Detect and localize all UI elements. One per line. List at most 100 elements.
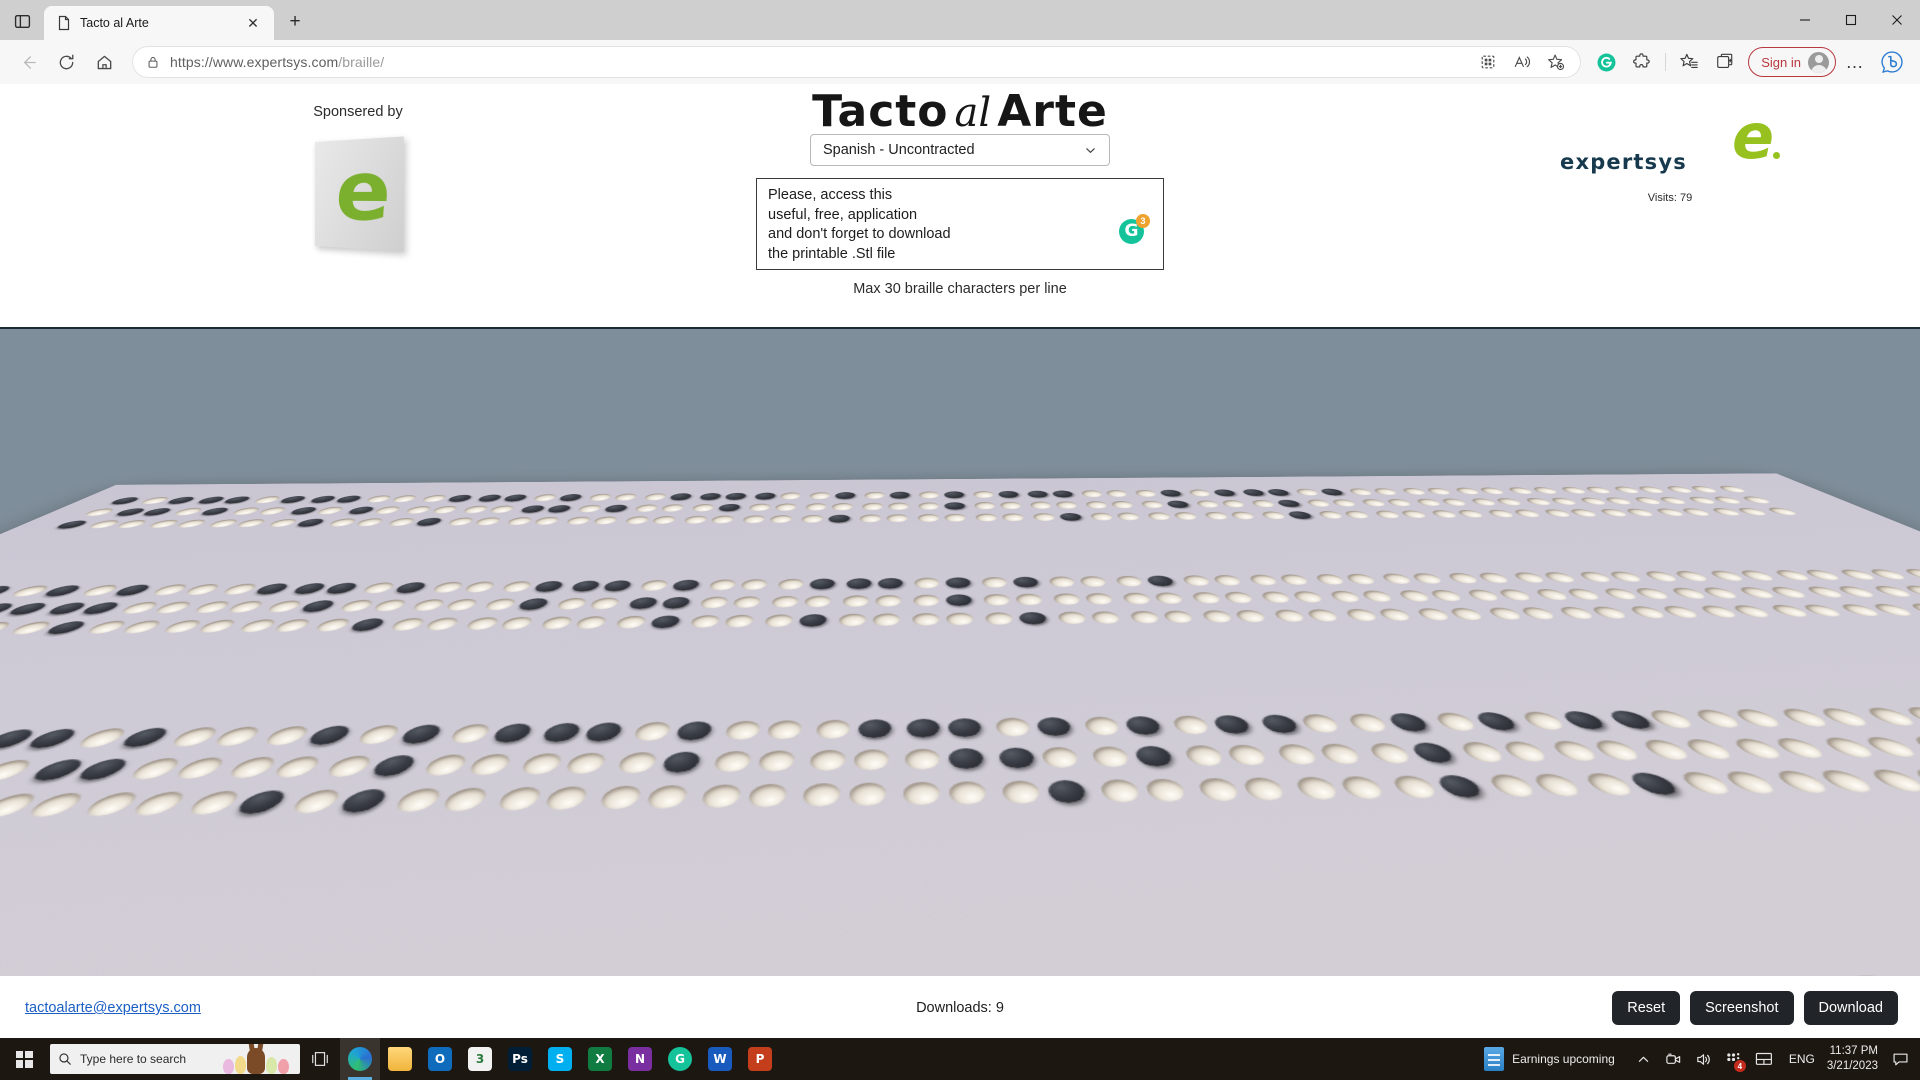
braille-dot-empty [538,616,576,630]
braille-dot-empty [837,613,867,627]
browser-tab[interactable]: Tacto al Arte ✕ [44,6,274,40]
sign-in-button[interactable]: Sign in [1748,47,1836,77]
braille-dot-empty [808,749,847,771]
taskbar-app-photoshop[interactable]: Ps [500,1038,540,1080]
address-bar[interactable]: https://www.expertsys.com/braille/ [132,46,1582,78]
brand-dot-icon [1773,152,1780,159]
braille-dot-empty [1182,745,1226,767]
camera-icon[interactable] [1659,1038,1689,1080]
show-hidden-icons-chevron[interactable] [1629,1038,1659,1080]
taskbar-app-edge[interactable] [340,1038,380,1080]
braille-dot-empty [1196,778,1242,802]
windows-taskbar: Type here to search O 3 Ps S X N G W P Earnings … [0,1038,1920,1080]
taskbar-search-box[interactable]: Type here to search [50,1044,300,1074]
braille-dot-empty [1345,713,1391,733]
page-favicon-icon [56,15,72,31]
braille-dot-empty [1052,593,1082,605]
braille-dot-empty [974,501,996,510]
braille-dot-empty [1187,489,1213,497]
braille-dot-empty [1181,575,1212,586]
volume-icon[interactable] [1689,1038,1719,1080]
taskbar-app-notion-n[interactable]: N [620,1038,660,1080]
grammarly-extension-icon[interactable] [1589,46,1623,78]
file-explorer-icon [388,1047,412,1071]
braille-dot-empty [591,516,620,525]
taskbar-app-excel[interactable]: X [580,1038,620,1080]
action-center-icon[interactable] [1886,1038,1914,1080]
braille-dot-empty [863,491,886,499]
braille-dot-empty [1715,485,1750,493]
reset-button[interactable]: Reset [1612,991,1681,1025]
tray-notification[interactable]: Earnings upcoming [1484,1047,1615,1071]
taskbar-app-skype[interactable]: S [540,1038,580,1080]
braille-cell [944,491,1004,529]
bing-copilot-icon[interactable] [1874,46,1910,78]
extensions-puzzle-icon[interactable] [1625,46,1659,78]
taskbar-app-powerpoint[interactable]: P [740,1038,780,1080]
braille-dot-empty [723,720,763,740]
braille-dot-empty [481,598,519,611]
tab-actions-icon[interactable] [0,5,44,37]
braille-dot-empty [1313,574,1348,585]
task-view-button[interactable] [300,1038,340,1080]
new-tab-button[interactable]: + [278,7,312,37]
clock[interactable]: 11:37 PM 3/21/2023 [1825,1044,1886,1074]
favorites-icon[interactable] [1672,46,1706,78]
taskbar-app-3d-app[interactable]: 3 [460,1038,500,1080]
screenshot-button[interactable]: Screenshot [1690,991,1794,1025]
collections-icon[interactable] [1473,48,1503,76]
braille-dot-empty [1366,742,1415,764]
maximize-button[interactable] [1828,3,1874,37]
back-icon[interactable] [10,46,46,78]
braille-dot-raised [1133,745,1175,767]
read-aloud-icon[interactable] [1507,48,1537,76]
braille-dot-empty [874,594,902,607]
download-button[interactable]: Download [1803,991,1898,1025]
braille-display-icon[interactable]: 4 [1719,1038,1749,1080]
reload-icon[interactable] [48,46,84,78]
taskbar-app-word[interactable]: W [700,1038,740,1080]
braille-dot-raised [1046,779,1088,804]
language-select[interactable]: Spanish - Uncontracted [810,134,1110,166]
taskbar-app-grammarly[interactable]: G [660,1038,700,1080]
egg-icon [266,1057,277,1074]
browser-settings-more-icon[interactable]: … [1838,46,1872,78]
braille-dot-empty [801,783,842,807]
braille-text-input[interactable]: Please, access this useful, free, applic… [756,178,1164,270]
taskbar-app-outlook[interactable]: O [420,1038,460,1080]
braille-dot-empty [946,612,974,626]
braille-cell [945,577,1023,637]
add-favorite-icon[interactable] [1541,48,1571,76]
braille-dot-empty [517,753,566,775]
minimize-button[interactable] [1782,3,1828,37]
omnibox-actions [1473,48,1571,76]
split-screen-icon[interactable] [1708,46,1742,78]
brand-e-mark: e [1731,100,1774,173]
window-snap-icon[interactable] [1749,1038,1779,1080]
tab-close-icon[interactable]: ✕ [242,12,264,34]
braille-dot-empty [872,613,901,627]
start-button[interactable] [0,1038,48,1080]
taskbar-app-file-explorer[interactable] [380,1038,420,1080]
braille-3d-viewer[interactable] [0,327,1920,1067]
grammarly-letter: G [1124,221,1139,241]
braille-dot-empty [554,597,590,610]
braille-dot-empty [739,579,769,591]
page-content: Tacto al Arte Sponsered by e Spanish - Unc… [0,84,1920,1067]
braille-dot-empty [756,750,797,772]
close-window-button[interactable] [1874,3,1920,37]
title-word-script: al [954,90,992,136]
braille-dot-empty [848,782,888,806]
braille-dot-empty [564,516,593,525]
chevron-down-icon [1083,143,1097,157]
braille-dot-empty [917,514,940,522]
tray-notification-text: Earnings upcoming [1512,1052,1615,1066]
braille-dot-empty [1347,488,1375,496]
braille-dot-empty [1032,513,1056,522]
contact-email-link[interactable]: tactoalarte@expertsys.com [25,1000,201,1016]
home-icon[interactable] [86,46,122,78]
lock-icon [146,55,160,69]
input-language[interactable]: ENG [1779,1052,1825,1066]
visits-counter: Visits: 79 [1647,192,1693,204]
braille-dot-raised [538,722,585,743]
